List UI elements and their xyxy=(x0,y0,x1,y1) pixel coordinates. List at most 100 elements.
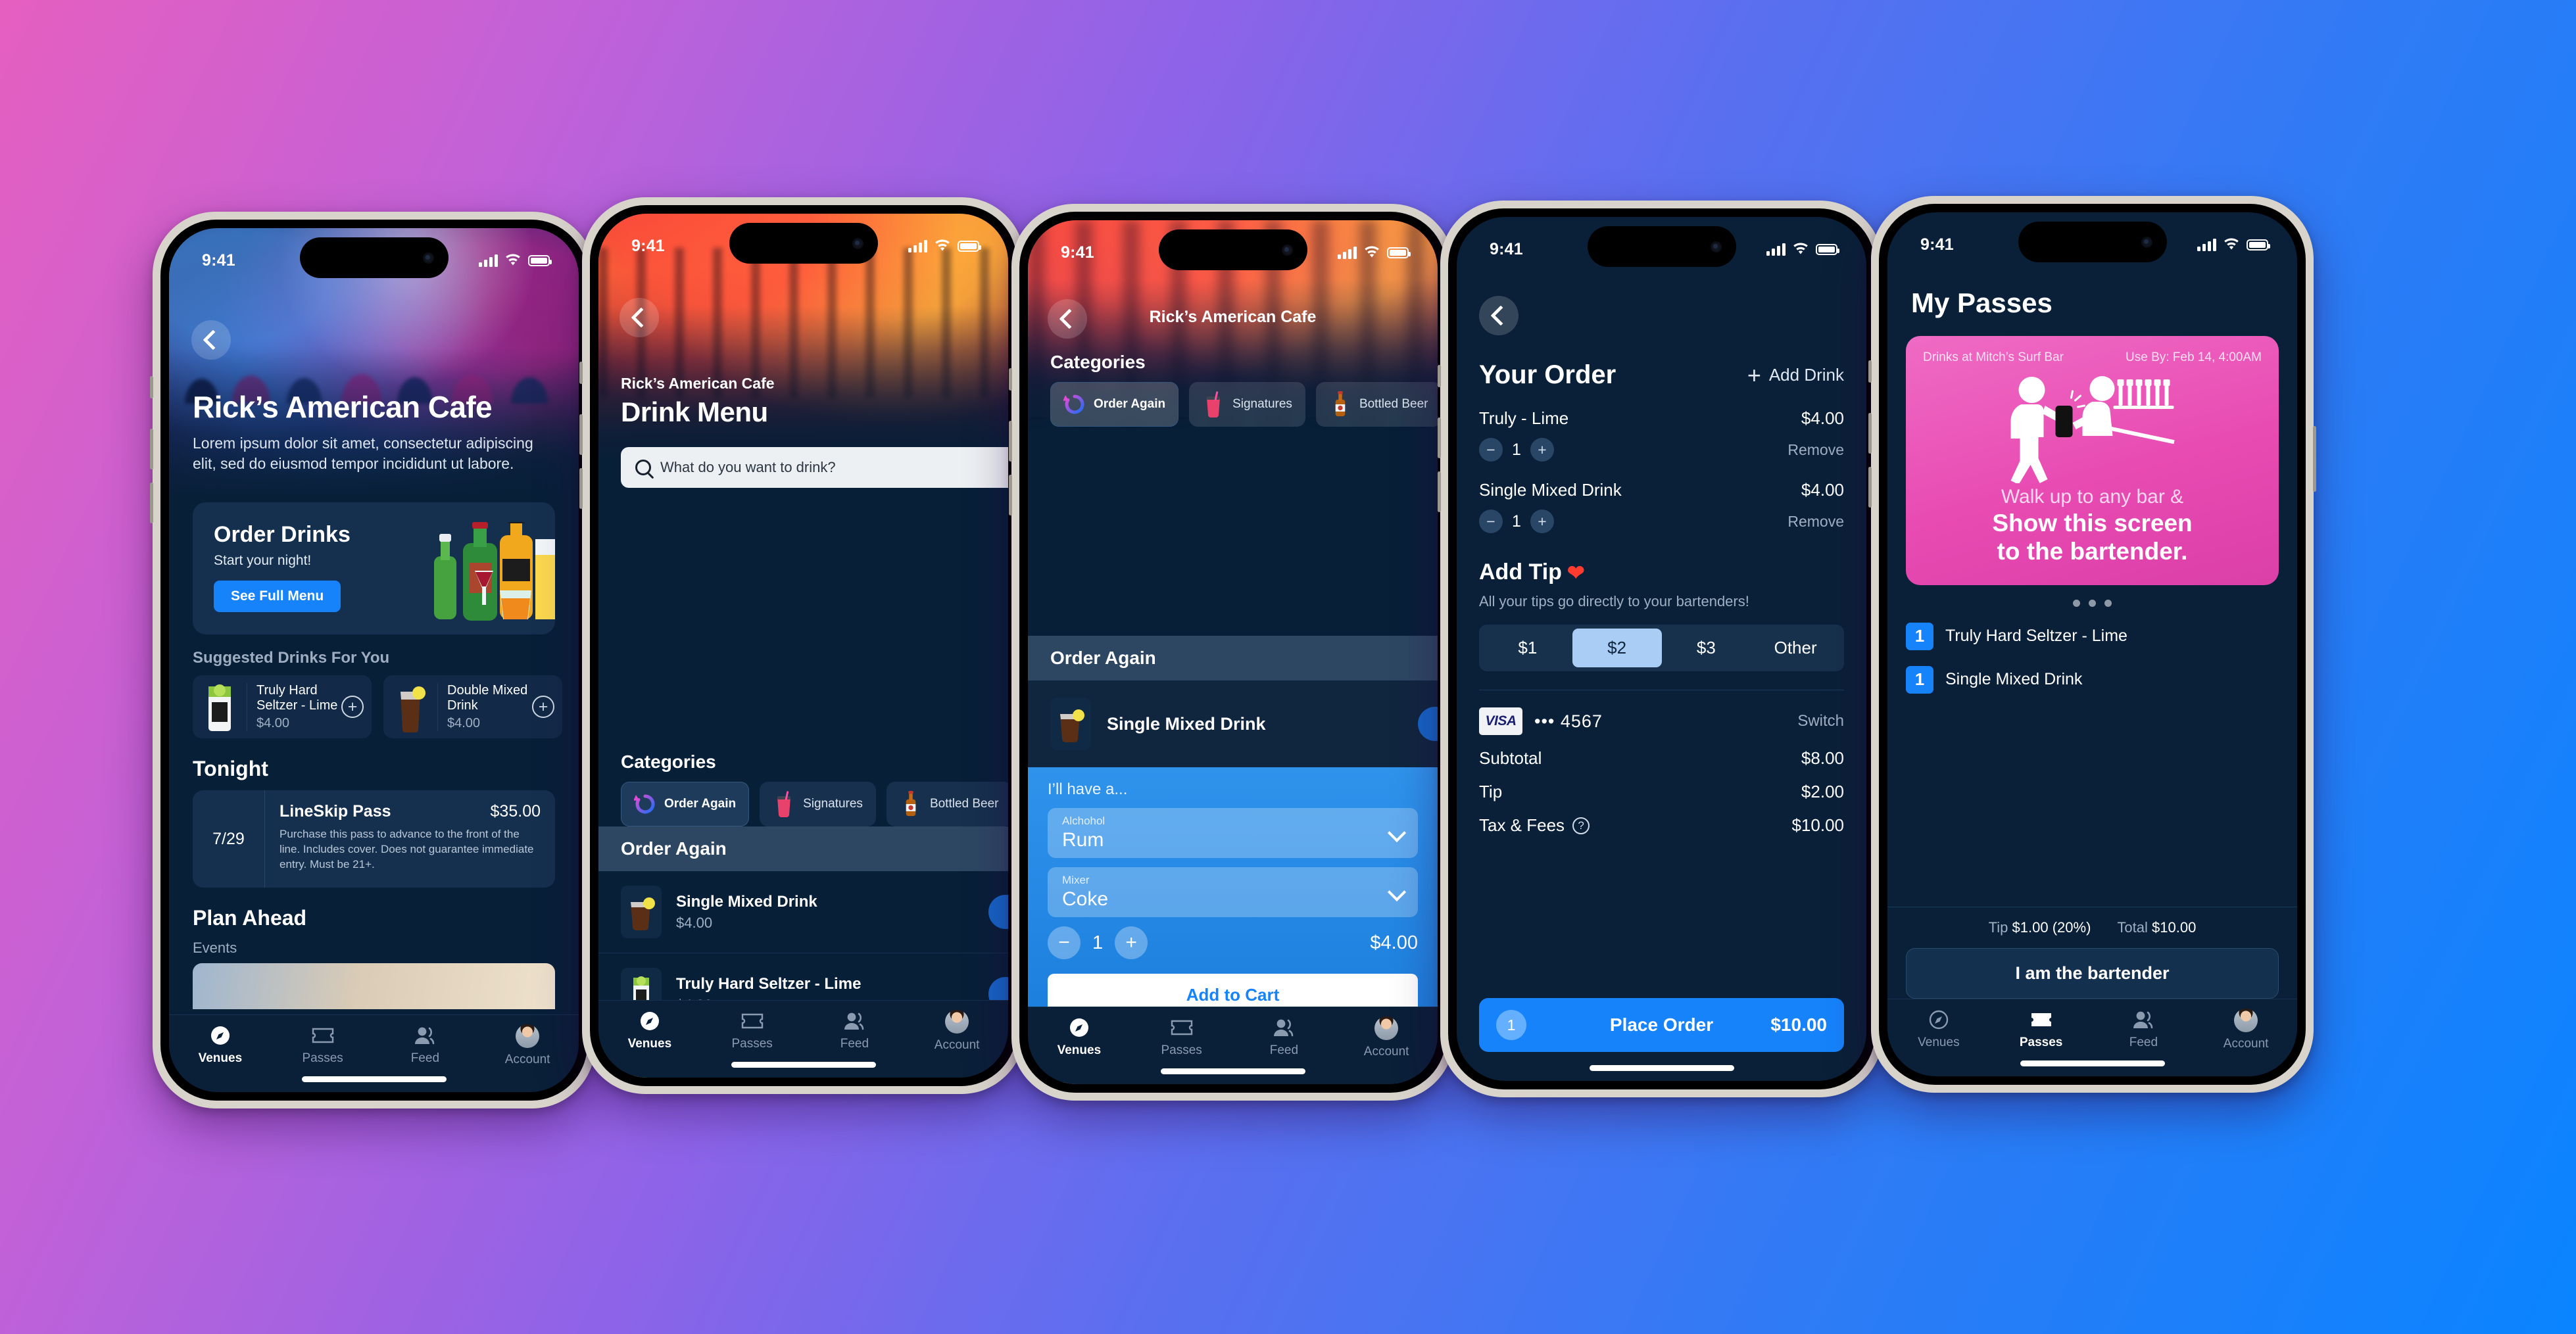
volume-up-button[interactable] xyxy=(150,429,153,469)
power-button[interactable] xyxy=(2313,426,2316,492)
mute-switch[interactable] xyxy=(1009,368,1012,391)
lineskip-pass-card[interactable]: 7/29 LineSkip Pass $35.00 Purchase this … xyxy=(193,790,555,888)
pass-tip-value: $1.00 (20%) xyxy=(2012,919,2091,936)
suggested-drinks-row[interactable]: Truly Hard Seltzer - Lime $4.00 + Double xyxy=(193,675,562,738)
tab-feed[interactable]: Feed xyxy=(374,1024,477,1066)
payment-method-row[interactable]: VISA ••• 4567 Switch xyxy=(1479,690,1844,735)
back-button[interactable] xyxy=(620,298,659,337)
increment-button[interactable]: + xyxy=(1530,510,1554,533)
increment-button[interactable]: + xyxy=(1530,438,1554,462)
category-chip-order-again[interactable]: Order Again xyxy=(1050,382,1179,427)
pass-pager-dots[interactable] xyxy=(1906,599,2279,607)
tab-account[interactable]: Account xyxy=(476,1024,579,1067)
categories-heading: Categories xyxy=(1050,352,1146,372)
suggested-drink-card[interactable]: Double Mixed Drink $4.00 + xyxy=(383,675,562,738)
category-chip-bottled-beer[interactable]: Bottled Beer xyxy=(886,782,1008,826)
tab-account[interactable]: Account xyxy=(2195,1009,2297,1051)
quantity-stepper[interactable]: − 1 + $4.00 xyxy=(1048,926,1418,959)
tab-feed[interactable]: Feed xyxy=(1233,1016,1336,1058)
add-drink-icon[interactable]: + xyxy=(341,696,364,718)
add-tip-label: Add Tip xyxy=(1479,560,1562,584)
alcohol-select[interactable]: Alchohol Rum xyxy=(1048,808,1418,858)
tab-passes[interactable]: Passes xyxy=(1990,1009,2093,1050)
home-indicator[interactable] xyxy=(2020,1060,2165,1066)
mute-switch[interactable] xyxy=(1868,360,1872,383)
order-drinks-card[interactable]: Order Drinks Start your night! See Full … xyxy=(193,502,555,634)
home-indicator[interactable] xyxy=(301,1076,447,1082)
tab-venues[interactable]: Venues xyxy=(1028,1016,1130,1058)
i-am-the-bartender-button[interactable]: I am the bartender xyxy=(1906,948,2279,999)
switch-payment-button[interactable]: Switch xyxy=(1797,712,1844,730)
suggested-drink-card[interactable]: Truly Hard Seltzer - Lime $4.00 + xyxy=(193,675,372,738)
decrement-button[interactable]: − xyxy=(1479,438,1503,462)
selected-menu-item-row[interactable]: Single Mixed Drink xyxy=(1028,680,1438,767)
remove-item-button[interactable]: Remove xyxy=(1787,441,1844,459)
bartender-illustration-icon xyxy=(1923,370,2262,485)
compass-icon xyxy=(1067,1016,1092,1039)
categories-row[interactable]: Order Again Signatures Bottled Beer xyxy=(1050,382,1438,427)
mixer-select[interactable]: Mixer Coke xyxy=(1048,867,1418,917)
mute-switch[interactable] xyxy=(1438,365,1441,387)
tab-account[interactable]: Account xyxy=(906,1010,1008,1053)
category-chip-bottled-beer[interactable]: Bottled Beer xyxy=(1315,382,1438,427)
add-item-button[interactable] xyxy=(1418,707,1438,741)
tab-passes[interactable]: Passes xyxy=(1130,1016,1233,1058)
ticket-icon xyxy=(1169,1016,1194,1039)
tab-venues[interactable]: Venues xyxy=(1887,1009,1990,1050)
tab-feed[interactable]: Feed xyxy=(2093,1009,2195,1050)
home-indicator[interactable] xyxy=(1160,1068,1305,1074)
volume-up-button[interactable] xyxy=(579,414,583,455)
drink-pass-card[interactable]: Drinks at Mitch’s Surf Bar Use By: Feb 1… xyxy=(1906,336,2279,585)
home-indicator[interactable] xyxy=(731,1062,876,1068)
add-item-button[interactable] xyxy=(988,895,1008,929)
tab-venues[interactable]: Venues xyxy=(169,1024,272,1066)
category-chip-order-again[interactable]: Order Again xyxy=(621,782,750,826)
volume-down-button[interactable] xyxy=(579,468,583,509)
volume-up-button[interactable] xyxy=(1009,421,1012,462)
place-order-button[interactable]: 1 Place Order $10.00 xyxy=(1479,998,1844,1052)
venue-name: Rick’s American Cafe xyxy=(1149,308,1317,326)
back-button[interactable] xyxy=(1479,296,1519,335)
tip-option-1[interactable]: $1 xyxy=(1483,629,1572,667)
compass-icon xyxy=(208,1024,233,1047)
info-icon[interactable]: ? xyxy=(1572,817,1590,834)
volume-down-button[interactable] xyxy=(1868,467,1872,508)
volume-up-button[interactable] xyxy=(1868,413,1872,454)
tip-option-3[interactable]: $3 xyxy=(1662,629,1751,667)
menu-item-row[interactable]: Single Mixed Drink $4.00 xyxy=(598,871,1008,953)
category-label: Bottled Beer xyxy=(1359,397,1428,411)
tip-selector[interactable]: $1 $2 $3 Other xyxy=(1479,625,1844,671)
tab-venues[interactable]: Venues xyxy=(598,1010,701,1051)
volume-up-button[interactable] xyxy=(1438,417,1441,458)
mute-switch[interactable] xyxy=(150,376,153,398)
tab-passes-label: Passes xyxy=(731,1037,773,1051)
increment-button[interactable]: + xyxy=(1115,926,1148,959)
volume-down-button[interactable] xyxy=(1438,471,1441,512)
decrement-button[interactable]: − xyxy=(1048,926,1081,959)
search-input[interactable]: What do you want to drink? xyxy=(621,447,1008,488)
decrement-button[interactable]: − xyxy=(1479,510,1503,533)
plan-ahead-heading: Plan Ahead xyxy=(193,906,307,930)
categories-row[interactable]: Order Again Signatures Bottled Beer xyxy=(621,782,1008,826)
event-card-preview[interactable] xyxy=(193,963,555,1009)
tip-option-2[interactable]: $2 xyxy=(1572,629,1662,667)
tab-feed[interactable]: Feed xyxy=(804,1010,906,1051)
see-full-menu-button[interactable]: See Full Menu xyxy=(214,581,341,612)
category-chip-signatures[interactable]: Signatures xyxy=(760,782,876,826)
volume-down-button[interactable] xyxy=(1009,475,1012,515)
remove-item-button[interactable]: Remove xyxy=(1787,513,1844,531)
tab-account-label: Account xyxy=(934,1038,980,1052)
payment-masked-number: ••• 4567 xyxy=(1534,711,1603,731)
mute-switch[interactable] xyxy=(579,362,583,384)
add-drink-icon[interactable]: + xyxy=(532,696,554,718)
back-button[interactable] xyxy=(191,320,231,360)
tab-passes[interactable]: Passes xyxy=(701,1010,804,1051)
volume-down-button[interactable] xyxy=(150,483,153,523)
tab-passes[interactable]: Passes xyxy=(272,1024,374,1066)
add-drink-button[interactable]: + Add Drink xyxy=(1747,363,1844,387)
tab-account[interactable]: Account xyxy=(1335,1016,1438,1059)
category-chip-signatures[interactable]: Signatures xyxy=(1189,382,1305,427)
heart-icon: ❤ xyxy=(1567,560,1585,584)
home-indicator[interactable] xyxy=(1589,1065,1734,1071)
tip-option-other[interactable]: Other xyxy=(1751,629,1840,667)
